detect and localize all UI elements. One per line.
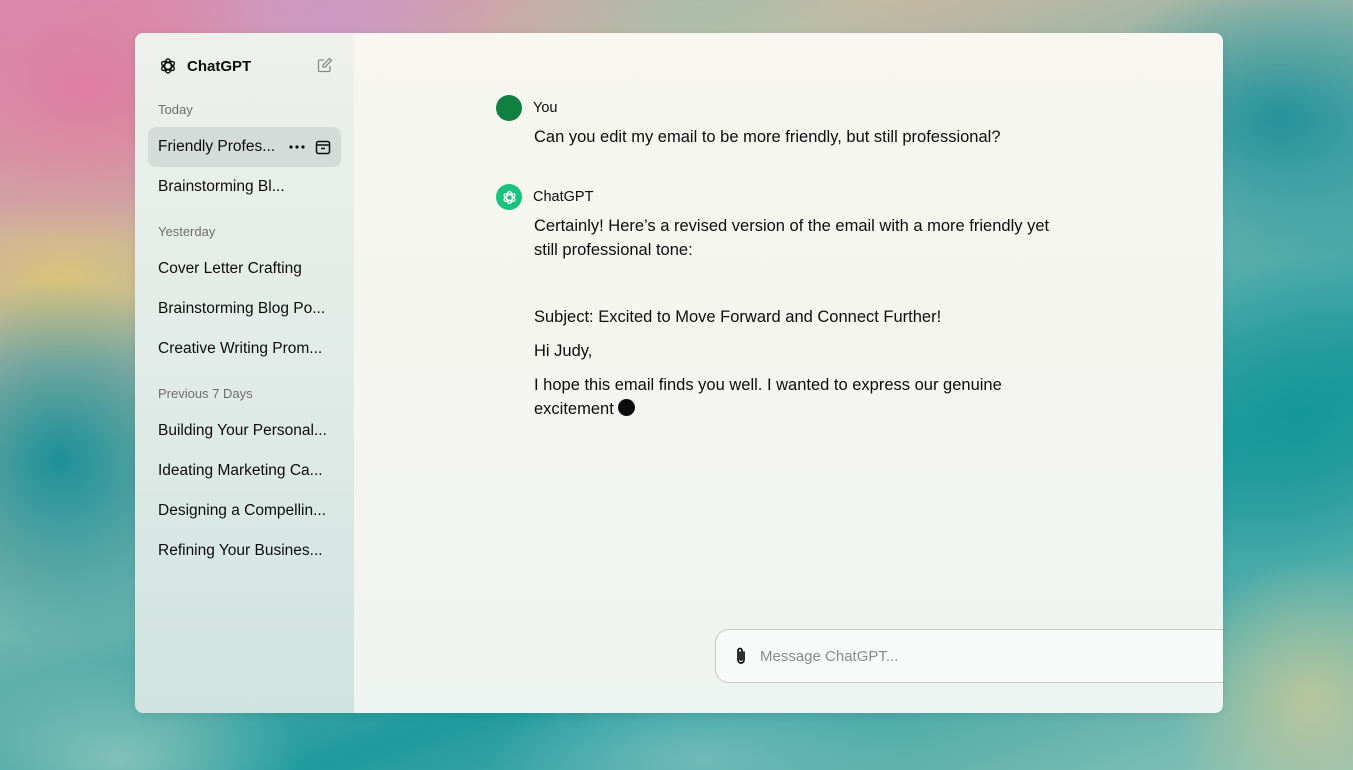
user-avatar bbox=[496, 95, 522, 121]
chat-item-label: Friendly Profes... bbox=[158, 138, 276, 155]
assistant-message: ChatGPT Certainly! Here’s a revised vers… bbox=[496, 184, 1076, 421]
openai-logo-icon bbox=[160, 58, 176, 74]
section-label-today: Today bbox=[158, 102, 193, 117]
chat-item[interactable]: Brainstorming Bl... bbox=[148, 167, 341, 207]
sidebar-header[interactable]: ChatGPT bbox=[148, 33, 341, 99]
email-body: I hope this email finds you well. I want… bbox=[534, 373, 1064, 421]
openai-logo-icon bbox=[502, 190, 516, 204]
section-label-yesterday: Yesterday bbox=[158, 224, 216, 239]
section-label-previous-7-days: Previous 7 Days bbox=[158, 386, 253, 401]
sidebar: ChatGPT Today Friendly Profes... Brainst… bbox=[135, 33, 354, 713]
chat-item[interactable]: Designing a Compellin... bbox=[148, 491, 341, 531]
chat-item[interactable]: Refining Your Busines... bbox=[148, 531, 341, 571]
more-icon[interactable] bbox=[289, 145, 305, 149]
message-header: ChatGPT bbox=[496, 184, 1076, 210]
chat-item[interactable]: Creative Writing Prom... bbox=[148, 329, 341, 369]
message-body: Can you edit my email to be more friendl… bbox=[534, 125, 1076, 149]
user-message: You Can you edit my email to be more fri… bbox=[496, 95, 1076, 149]
app-window: ChatGPT Today Friendly Profes... Brainst… bbox=[135, 33, 1223, 713]
message-body: Certainly! Here’s a revised version of t… bbox=[534, 214, 1064, 421]
app-name: ChatGPT bbox=[187, 57, 252, 75]
archive-icon[interactable] bbox=[315, 140, 331, 155]
email-greeting: Hi Judy, bbox=[534, 342, 593, 360]
paperclip-icon[interactable] bbox=[732, 646, 750, 666]
streaming-cursor bbox=[617, 399, 635, 416]
message-input[interactable] bbox=[758, 646, 1223, 666]
email-subject: Subject: Excited to Move Forward and Con… bbox=[534, 308, 942, 326]
chat-item[interactable]: Brainstorming Blog Po... bbox=[148, 289, 341, 329]
message-intro: Certainly! Here’s a revised version of t… bbox=[534, 217, 1050, 259]
chat-item[interactable]: Friendly Profes... bbox=[148, 127, 341, 167]
message-author: You bbox=[533, 100, 558, 116]
message-text: Can you edit my email to be more friendl… bbox=[534, 128, 1001, 146]
chat-item[interactable]: Cover Letter Crafting bbox=[148, 249, 341, 289]
chat-item[interactable]: Ideating Marketing Ca... bbox=[148, 451, 341, 491]
message-header: You bbox=[496, 95, 1076, 121]
chatgpt-avatar bbox=[496, 184, 522, 210]
chat-item[interactable]: Building Your Personal... bbox=[148, 411, 341, 451]
chat-main: You Can you edit my email to be more fri… bbox=[354, 33, 1223, 713]
message-author: ChatGPT bbox=[533, 189, 594, 205]
message-composer bbox=[715, 629, 1223, 683]
email-body-text: I hope this email finds you well. I want… bbox=[534, 376, 1002, 418]
edit-icon[interactable] bbox=[317, 57, 333, 73]
